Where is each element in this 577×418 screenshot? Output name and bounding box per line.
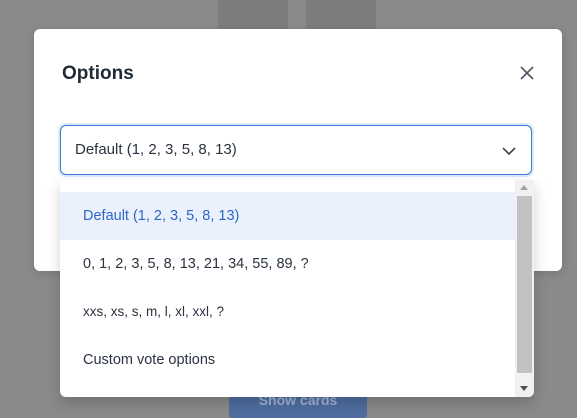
close-button[interactable] [516, 62, 538, 84]
option-default[interactable]: Default (1, 2, 3, 5, 8, 13) [60, 192, 515, 240]
vote-options-select[interactable]: Default (1, 2, 3, 5, 8, 13) [60, 125, 532, 175]
vote-options-dropdown: Default (1, 2, 3, 5, 8, 13) 0, 1, 2, 3, … [60, 180, 534, 397]
option-tshirt-sizes[interactable]: xxs, xs, s, m, l, xl, xxl, ? [60, 288, 515, 336]
option-fibonacci[interactable]: 0, 1, 2, 3, 5, 8, 13, 21, 34, 55, 89, ? [60, 240, 515, 288]
option-custom[interactable]: Custom vote options [60, 336, 515, 384]
chevron-down-icon [502, 147, 516, 156]
dropdown-scrollbar[interactable] [515, 180, 534, 397]
scroll-up-arrow-icon[interactable] [520, 185, 528, 190]
select-value: Default (1, 2, 3, 5, 8, 13) [75, 141, 237, 158]
scroll-down-arrow-icon[interactable] [520, 386, 528, 391]
scrollbar-thumb[interactable] [517, 196, 532, 373]
dialog-title: Options [62, 63, 134, 84]
close-icon [520, 66, 534, 80]
